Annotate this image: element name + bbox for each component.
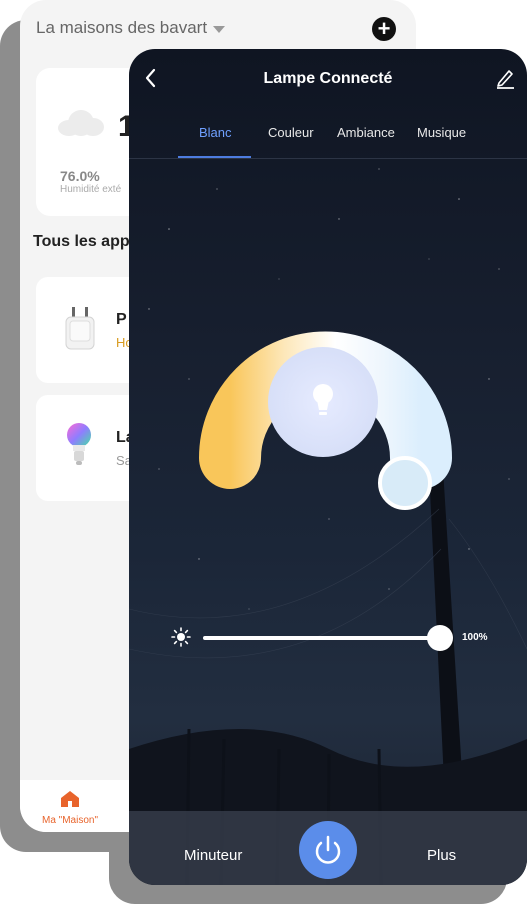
color-bulb-icon <box>67 423 91 465</box>
timer-button[interactable]: Minuteur <box>184 847 242 864</box>
dial-handle[interactable] <box>378 456 432 510</box>
section-title: Tous les app <box>33 233 130 250</box>
white-temperature-dial[interactable] <box>185 258 465 512</box>
power-button[interactable] <box>299 821 357 879</box>
lamp-header: Lampe Connecté <box>129 49 527 109</box>
mode-tabs: Blanc Couleur Ambiance Musique <box>129 119 527 159</box>
plus-circle-icon[interactable]: + <box>372 17 396 41</box>
home-selector[interactable]: La maisons des bavart <box>36 18 226 38</box>
smart-plug-icon <box>65 307 95 350</box>
pencil-icon[interactable] <box>495 67 515 89</box>
power-icon <box>315 835 341 864</box>
home-icon <box>61 791 79 807</box>
humidity-label: Humidité exté <box>60 184 122 195</box>
more-button[interactable]: Plus <box>427 847 456 864</box>
brightness-value: 100% <box>462 632 488 643</box>
tab-ambiance[interactable]: Ambiance <box>337 125 395 140</box>
humidity-value: 76.0% <box>60 168 100 184</box>
active-tab-indicator <box>178 156 251 158</box>
app-stage: La maisons des bavart + 1 76.0% Humidité… <box>0 0 528 904</box>
tab-musique[interactable]: Musique <box>417 125 466 140</box>
lamp-title: Lampe Connecté <box>263 70 393 87</box>
nav-home-label: Ma "Maison" <box>41 815 98 826</box>
sun-icon <box>171 627 191 647</box>
device-name: P <box>116 311 127 328</box>
home-name: La maisons des bavart <box>36 18 208 37</box>
brightness-slider[interactable] <box>203 636 441 640</box>
nav-home-tab[interactable]: Ma "Maison" <box>40 790 100 826</box>
cloud-icon <box>58 110 104 136</box>
lamp-screen: Lampe Connecté Blanc Couleur Ambiance Mu… <box>129 49 527 885</box>
tab-couleur[interactable]: Couleur <box>268 125 314 140</box>
tab-blanc[interactable]: Blanc <box>199 125 232 140</box>
brightness-slider-row: 100% <box>129 624 527 652</box>
caret-down-icon <box>213 25 226 33</box>
brightness-slider-handle[interactable] <box>427 625 453 651</box>
